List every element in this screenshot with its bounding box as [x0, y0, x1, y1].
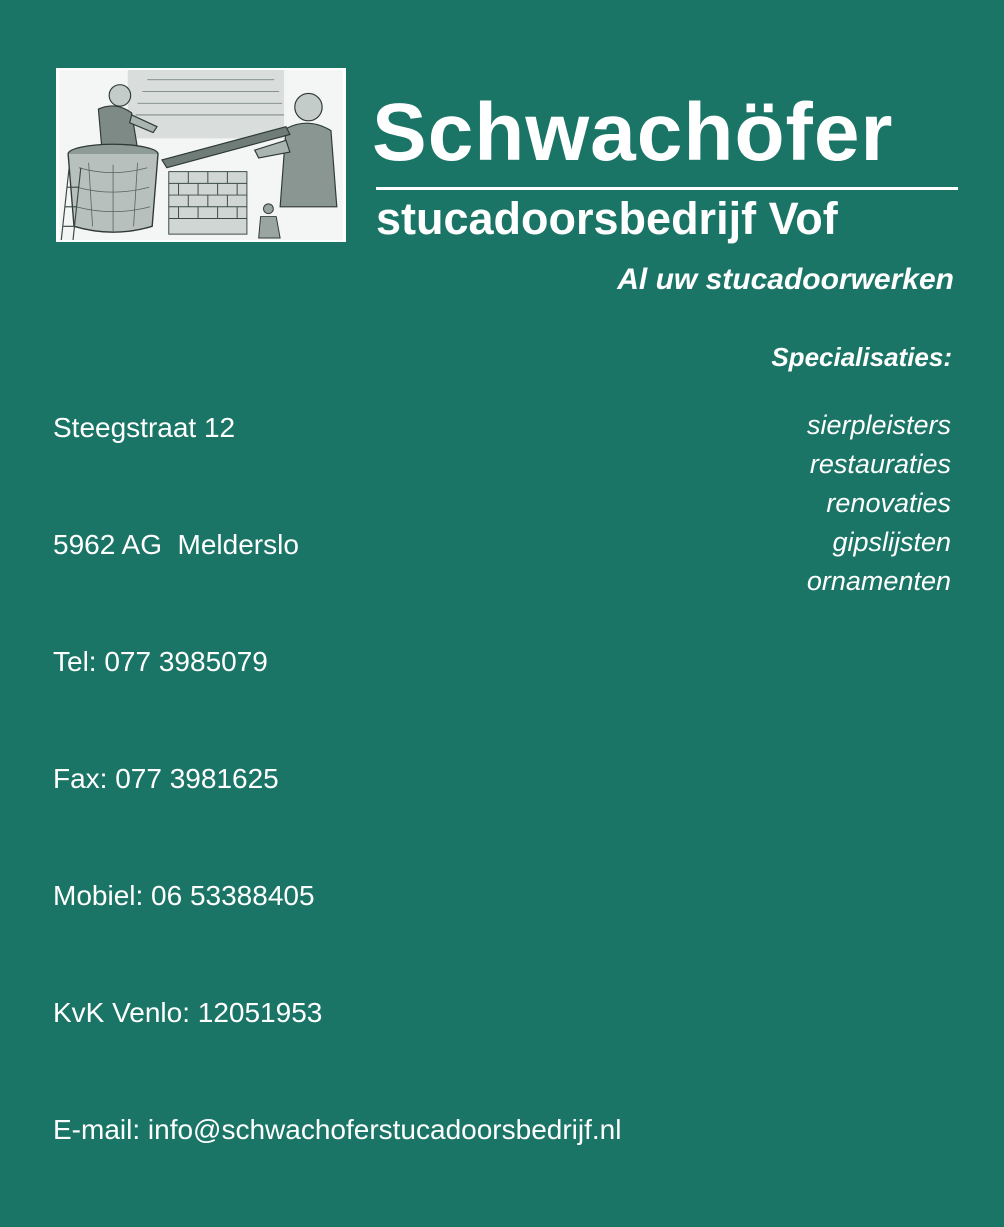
contact-email: E-mail: info@schwachoferstucadoorsbedrij…: [53, 1114, 622, 1145]
tagline: Al uw stucadoorwerken: [617, 263, 954, 296]
specialisation-item: gipslijsten: [832, 527, 951, 557]
specialisations-heading: Specialisaties:: [771, 342, 952, 372]
contact-block: Steegstraat 12 5962 AG Melderslo Tel: 07…: [53, 330, 621, 1227]
contact-kvk: KvK Venlo: 12051953: [53, 997, 323, 1028]
company-subtitle: stucadoorsbedrijf Vof: [376, 193, 838, 244]
title-divider: [376, 187, 958, 190]
contact-mobile: Mobiel: 06 53388405: [53, 880, 315, 911]
specialisation-item: ornamenten: [806, 566, 951, 596]
plasterers-at-work-icon: [59, 70, 343, 240]
business-card: Schwachöfer stucadoorsbedrijf Vof Al uw …: [0, 0, 1004, 1145]
specialisation-item: restauraties: [809, 449, 951, 479]
specialisation-item: renovaties: [826, 488, 951, 518]
specialisation-item: sierpleisters: [806, 410, 951, 440]
plasterers-illustration: [56, 68, 346, 242]
company-name: Schwachöfer: [372, 87, 894, 178]
contact-postal-city: 5962 AG Melderslo: [53, 529, 299, 560]
contact-phone: Tel: 077 3985079: [53, 646, 268, 677]
specialisations-list: sierpleisters restauraties renovaties gi…: [807, 406, 951, 601]
contact-fax: Fax: 077 3981625: [53, 763, 279, 794]
contact-street: Steegstraat 12: [53, 412, 236, 443]
